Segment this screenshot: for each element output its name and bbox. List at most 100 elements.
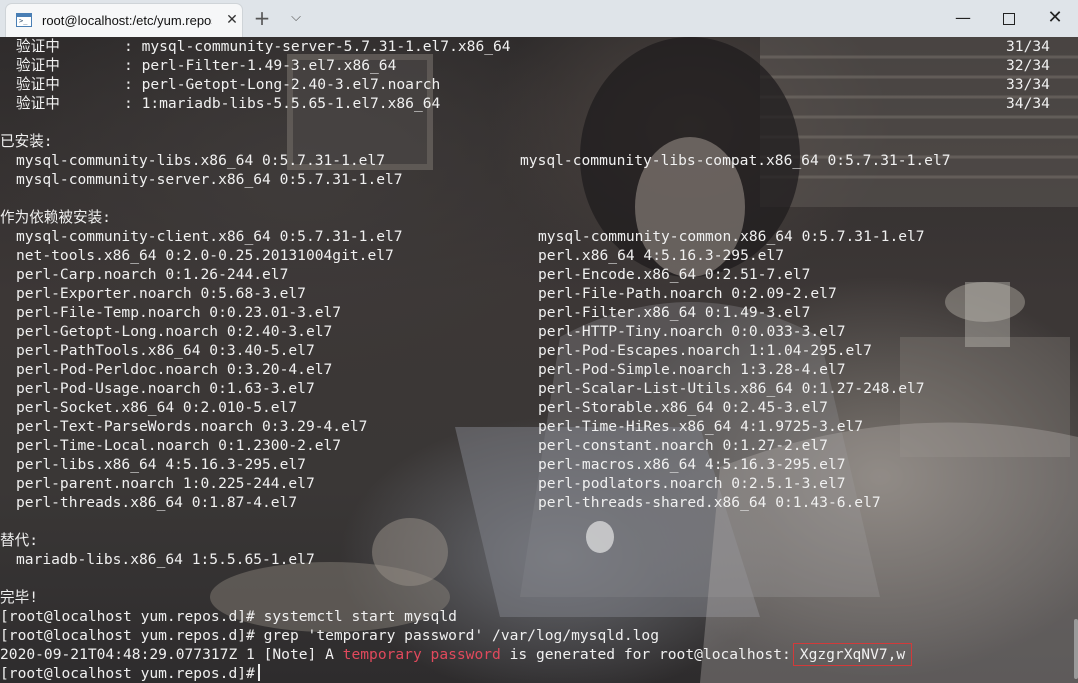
dependency-row: perl-Text-ParseWords.noarch 0:3.29-4.el7… bbox=[0, 417, 1078, 436]
package-name: perl-Pod-Escapes.noarch 1:1.04-295.el7 bbox=[538, 342, 872, 359]
package-name: perl-File-Path.noarch 0:2.09-2.el7 bbox=[538, 285, 837, 302]
package-name: mysql-community-common.x86_64 0:5.7.31-1… bbox=[538, 228, 925, 245]
package-name: perl-libs.x86_64 4:5.16.3-295.el7 bbox=[16, 456, 306, 473]
package-name: net-tools.x86_64 0:2.0-0.25.20131004git.… bbox=[16, 247, 394, 264]
package-name: perl-Encode.x86_64 0:2.51-7.el7 bbox=[538, 266, 811, 283]
installed-heading-text: 已安装: bbox=[0, 133, 53, 150]
package-name: perl-Storable.x86_64 0:2.45-3.el7 bbox=[538, 399, 828, 416]
log-output-line: 2020-09-21T04:48:29.077317Z 1 [Note] A t… bbox=[0, 643, 1078, 666]
terminal-output: 验证中 : mysql-community-server-5.7.31-1.el… bbox=[0, 37, 1078, 683]
dependency-row: perl-Time-Local.noarch 0:1.2300-2.el7 per… bbox=[0, 436, 1078, 455]
package-name: perl-Filter.x86_64 0:1.49-3.el7 bbox=[538, 304, 811, 321]
dependency-row: perl-Socket.x86_64 0:2.010-5.el7 perl-Sto… bbox=[0, 398, 1078, 417]
package-name: perl-PathTools.x86_64 0:3.40-5.el7 bbox=[16, 342, 315, 359]
verify-package: : perl-Filter-1.49-3.el7.x86_64 bbox=[124, 57, 397, 74]
verify-count: 32/34 bbox=[1006, 57, 1050, 74]
verify-count: 33/34 bbox=[1006, 76, 1050, 93]
maximize-icon bbox=[1003, 13, 1015, 25]
package-name: perl-macros.x86_64 4:5.16.3-295.el7 bbox=[538, 456, 846, 473]
log-prefix: 2020-09-21T04:48:29.077317Z 1 [Note] A bbox=[0, 646, 343, 663]
maximize-button[interactable] bbox=[986, 0, 1032, 36]
package-name: perl-Time-HiRes.x86_64 4:1.9725-3.el7 bbox=[538, 418, 864, 435]
terminal-icon: >_ bbox=[16, 13, 32, 27]
package-name: perl-threads.x86_64 0:1.87-4.el7 bbox=[16, 494, 298, 511]
package-name: mysql-community-client.x86_64 0:5.7.31-1… bbox=[16, 228, 403, 245]
package-name: mariadb-libs.x86_64 1:5.5.65-1.el7 bbox=[16, 551, 315, 568]
dependency-row: perl-Exporter.noarch 0:5.68-3.el7 perl-Fi… bbox=[0, 284, 1078, 303]
package-name: perl-Time-Local.noarch 0:1.2300-2.el7 bbox=[16, 437, 342, 454]
deps-heading-text: 作为依赖被安装: bbox=[0, 209, 111, 226]
done-text: 完毕! bbox=[0, 589, 38, 606]
minimize-button[interactable]: — bbox=[940, 0, 986, 36]
replaced-heading: 替代: bbox=[0, 531, 1078, 550]
dependency-row: perl-threads.x86_64 0:1.87-4.el7 perl-thr… bbox=[0, 493, 1078, 512]
package-name: perl-Pod-Perldoc.noarch 0:3.20-4.el7 bbox=[16, 361, 333, 378]
verify-row: 验证中 : perl-Filter-1.49-3.el7.x86_64 32/3… bbox=[0, 56, 1078, 75]
command-text: systemctl start mysqld bbox=[254, 608, 457, 625]
tab-title: root@localhost:/etc/yum.repos.d bbox=[42, 13, 212, 28]
verify-row: 验证中 : mysql-community-server-5.7.31-1.el… bbox=[0, 37, 1078, 56]
dependency-row: perl-PathTools.x86_64 0:3.40-5.el7 perl-P… bbox=[0, 341, 1078, 360]
shell-prompt: [root@localhost yum.repos.d]# bbox=[0, 627, 255, 644]
chevron-down-icon[interactable]: ⌵ bbox=[286, 8, 306, 28]
verify-package: : 1:mariadb-libs-5.5.65-1.el7.x86_64 bbox=[124, 95, 441, 112]
package-name: perl-Socket.x86_64 0:2.010-5.el7 bbox=[16, 399, 298, 416]
command-text: grep 'temporary password' /var/log/mysql… bbox=[254, 627, 659, 644]
package-name: perl-Exporter.noarch 0:5.68-3.el7 bbox=[16, 285, 306, 302]
package-name: mysql-community-libs.x86_64 0:5.7.31-1.e… bbox=[16, 152, 386, 169]
package-name: perl.x86_64 4:5.16.3-295.el7 bbox=[538, 247, 785, 264]
package-name: perl-parent.noarch 1:0.225-244.el7 bbox=[16, 475, 315, 492]
package-name: perl-podlators.noarch 0:2.5.1-3.el7 bbox=[538, 475, 846, 492]
tab-close-icon[interactable]: ✕ bbox=[224, 11, 240, 29]
close-button[interactable]: ✕ bbox=[1032, 0, 1078, 36]
verify-count: 34/34 bbox=[1006, 95, 1050, 112]
installed-row: mysql-community-libs.x86_64 0:5.7.31-1.e… bbox=[0, 151, 1078, 170]
verify-label: 验证中 bbox=[16, 95, 60, 112]
verify-label: 验证中 bbox=[16, 76, 60, 93]
dependency-row: perl-File-Temp.noarch 0:0.23.01-3.el7 per… bbox=[0, 303, 1078, 322]
package-name: perl-Pod-Usage.noarch 0:1.63-3.el7 bbox=[16, 380, 315, 397]
package-name: perl-threads-shared.x86_64 0:1.43-6.el7 bbox=[538, 494, 881, 511]
verify-row: 验证中 : perl-Getopt-Long-2.40-3.el7.noarch… bbox=[0, 75, 1078, 94]
new-tab-button[interactable]: + bbox=[252, 8, 272, 28]
temporary-password[interactable]: XgzgrXqNV7,w bbox=[792, 643, 913, 666]
package-name: mysql-community-libs-compat.x86_64 0:5.7… bbox=[520, 152, 951, 169]
shell-prompt: [root@localhost yum.repos.d]# bbox=[0, 608, 255, 625]
verify-count: 31/34 bbox=[1006, 38, 1050, 55]
installed-row: mysql-community-server.x86_64 0:5.7.31-1… bbox=[0, 170, 1078, 189]
terminal-tab[interactable]: >_ root@localhost:/etc/yum.repos.d ✕ bbox=[6, 4, 242, 37]
dependency-row: perl-libs.x86_64 4:5.16.3-295.el7 perl-ma… bbox=[0, 455, 1078, 474]
text-cursor bbox=[257, 664, 260, 681]
log-suffix: is generated for root@localhost: bbox=[500, 646, 791, 663]
dependency-row: mysql-community-client.x86_64 0:5.7.31-1… bbox=[0, 227, 1078, 246]
title-bar: >_ root@localhost:/etc/yum.repos.d ✕ + ⌵… bbox=[0, 0, 1078, 38]
package-name: perl-constant.noarch 0:1.27-2.el7 bbox=[538, 437, 828, 454]
command-line: [root@localhost yum.repos.d]# systemctl … bbox=[0, 607, 1078, 626]
verify-package: : mysql-community-server-5.7.31-1.el7.x8… bbox=[124, 38, 511, 55]
dependency-row: perl-Getopt-Long.noarch 0:2.40-3.el7 perl… bbox=[0, 322, 1078, 341]
log-highlight: temporary password bbox=[342, 646, 501, 663]
verify-row: 验证中 : 1:mariadb-libs-5.5.65-1.el7.x86_64… bbox=[0, 94, 1078, 113]
shell-prompt: [root@localhost yum.repos.d]# bbox=[0, 665, 255, 682]
done-line: 完毕! bbox=[0, 588, 1078, 607]
package-name: perl-Getopt-Long.noarch 0:2.40-3.el7 bbox=[16, 323, 333, 340]
package-name: perl-Carp.noarch 0:1.26-244.el7 bbox=[16, 266, 289, 283]
package-name: perl-HTTP-Tiny.noarch 0:0.033-3.el7 bbox=[538, 323, 846, 340]
package-name: perl-File-Temp.noarch 0:0.23.01-3.el7 bbox=[16, 304, 342, 321]
installed-heading: 已安装: bbox=[0, 132, 1078, 151]
terminal-pane[interactable]: 验证中 : mysql-community-server-5.7.31-1.el… bbox=[0, 37, 1078, 683]
package-name: perl-Pod-Simple.noarch 1:3.28-4.el7 bbox=[538, 361, 846, 378]
verify-package: : perl-Getopt-Long-2.40-3.el7.noarch bbox=[124, 76, 441, 93]
package-name: perl-Text-ParseWords.noarch 0:3.29-4.el7 bbox=[16, 418, 368, 435]
replaced-row: mariadb-libs.x86_64 1:5.5.65-1.el7 bbox=[0, 550, 1078, 569]
dependency-row: perl-Carp.noarch 0:1.26-244.el7 perl-Enco… bbox=[0, 265, 1078, 284]
command-line[interactable]: [root@localhost yum.repos.d]# bbox=[0, 664, 1078, 683]
verify-label: 验证中 bbox=[16, 57, 60, 74]
deps-heading: 作为依赖被安装: bbox=[0, 208, 1078, 227]
replaced-heading-text: 替代: bbox=[0, 532, 38, 549]
verify-label: 验证中 bbox=[16, 38, 60, 55]
scrollbar[interactable] bbox=[1074, 619, 1078, 679]
package-name: mysql-community-server.x86_64 0:5.7.31-1… bbox=[16, 171, 403, 188]
command-line: [root@localhost yum.repos.d]# grep 'temp… bbox=[0, 626, 1078, 645]
package-name: perl-Scalar-List-Utils.x86_64 0:1.27-248… bbox=[538, 380, 925, 397]
